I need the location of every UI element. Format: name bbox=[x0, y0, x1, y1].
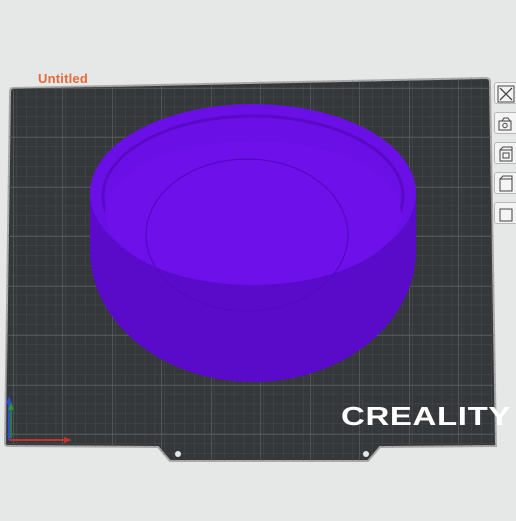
box-view-button[interactable] bbox=[494, 172, 516, 194]
camera-view-button[interactable] bbox=[494, 112, 516, 134]
box-icon bbox=[499, 175, 513, 192]
project-title: Untitled bbox=[38, 71, 88, 86]
close-view-button[interactable] bbox=[494, 82, 516, 104]
object-view-button[interactable] bbox=[494, 142, 516, 164]
creality-logo: CREALITY bbox=[341, 401, 511, 431]
more-view-button[interactable] bbox=[494, 202, 516, 224]
more-icon bbox=[499, 208, 513, 222]
close-view-icon bbox=[497, 85, 515, 103]
object-box-icon bbox=[499, 146, 513, 162]
3d-viewport[interactable]: CREALITY Untitled bbox=[0, 0, 516, 516]
tray-model[interactable] bbox=[90, 104, 416, 382]
camera-view-icon bbox=[498, 117, 512, 131]
